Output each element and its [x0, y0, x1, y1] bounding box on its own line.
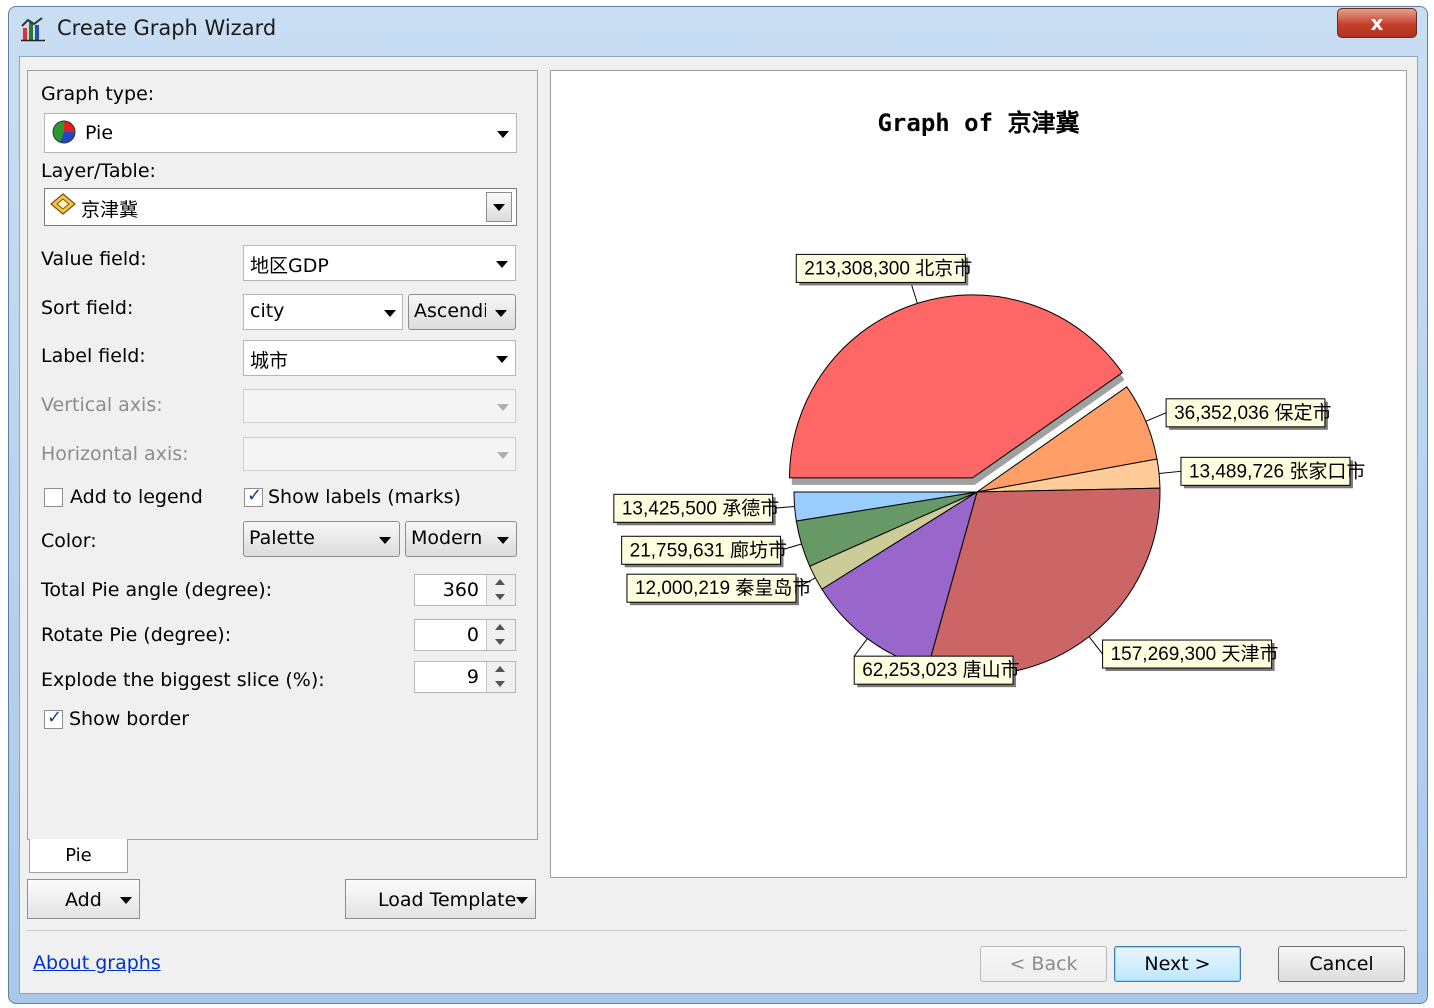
- about-graphs-link[interactable]: About graphs: [33, 952, 161, 974]
- slice-label: 13,425,500 承德市: [622, 497, 779, 519]
- footer-separator: [27, 930, 1407, 931]
- slice-label: 62,253,023 唐山市: [862, 659, 1019, 681]
- label-leader-line: [1159, 470, 1182, 475]
- slice-label: 157,269,300 天津市: [1111, 643, 1279, 665]
- pie-chart: 213,308,300 北京市 36,352,036 保定市 13,489,726 …: [613, 253, 1365, 688]
- slice-label: 21,759,631 廊坊市: [630, 539, 787, 561]
- slice-label: 36,352,036 保定市: [1174, 402, 1331, 424]
- cancel-button[interactable]: Cancel: [1278, 946, 1405, 982]
- label-leader-line: [910, 282, 918, 304]
- slice-label: 12,000,219 秦皇岛市: [635, 577, 811, 599]
- slice-label: 13,489,726 张家口市: [1189, 460, 1365, 482]
- next-button[interactable]: Next >: [1114, 946, 1241, 982]
- label-leader-line: [1088, 636, 1103, 655]
- label-leader-line: [1145, 412, 1167, 422]
- label-leader-line: [853, 638, 868, 657]
- slice-label: 213,308,300 北京市: [804, 257, 972, 279]
- back-button[interactable]: < Back: [980, 946, 1107, 982]
